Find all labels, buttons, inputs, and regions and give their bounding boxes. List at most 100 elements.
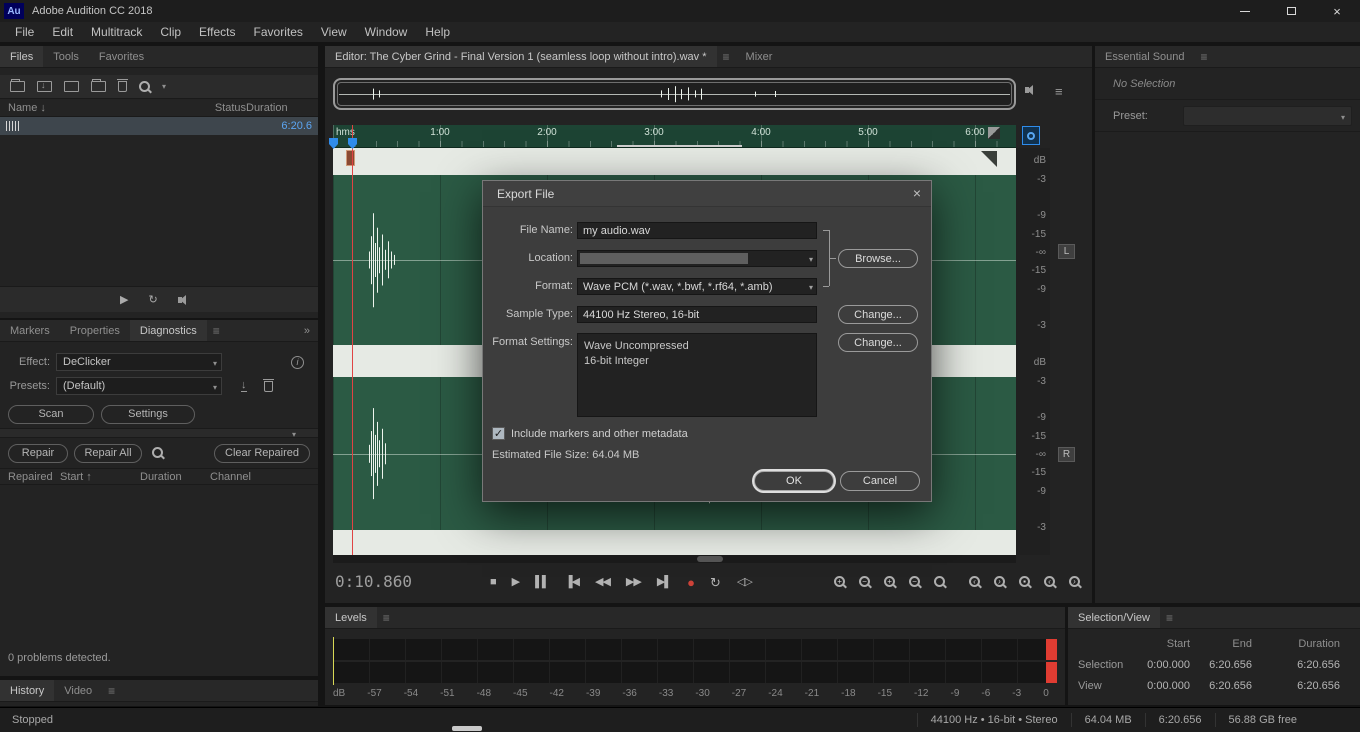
repair-button[interactable]: Repair [8, 443, 68, 463]
skip-to-end-button[interactable]: ▶▌ [657, 577, 672, 588]
dialog-close-icon[interactable]: × [913, 185, 921, 201]
menu-view[interactable]: View [312, 25, 356, 39]
clip-indicator[interactable] [1046, 639, 1057, 660]
clip-indicator[interactable] [1046, 662, 1057, 683]
panel-menu-icon[interactable]: ≡ [207, 324, 226, 338]
skip-selection-button[interactable]: ◁▷ [737, 577, 753, 588]
scan-button[interactable]: Scan [8, 404, 94, 424]
delete-preset-icon[interactable] [263, 378, 274, 392]
panel-menu-icon[interactable]: ≡ [1160, 611, 1179, 625]
pause-button[interactable]: ▌▌ [535, 577, 550, 588]
settings-button[interactable]: Settings [101, 404, 195, 424]
file-name-input[interactable] [577, 222, 817, 239]
right-channel-button[interactable]: R [1058, 447, 1075, 462]
tab-history[interactable]: History [0, 680, 55, 701]
zoom-to-selection-button[interactable]: ▪ [1019, 576, 1030, 587]
tab-selection-view[interactable]: Selection/View [1068, 607, 1160, 628]
panel-menu-icon[interactable]: ≡ [717, 50, 736, 64]
new-item-icon[interactable] [91, 79, 106, 92]
tab-files[interactable]: Files [0, 46, 44, 67]
rewind-button[interactable]: ◀◀ [595, 577, 611, 588]
zoom-in-at-out-point-button[interactable]: › [994, 576, 1005, 587]
stop-button[interactable]: ■ [490, 577, 497, 588]
panel-menu-icon[interactable]: ≡ [102, 684, 121, 698]
fast-forward-button[interactable]: ▶▶ [626, 577, 642, 588]
column-name[interactable]: Name ↓ [8, 102, 184, 114]
menu-clip[interactable]: Clip [151, 25, 190, 39]
delete-icon[interactable] [117, 79, 128, 92]
playhead[interactable] [352, 125, 353, 555]
panel-menu-icon[interactable]: ≡ [1195, 50, 1214, 64]
scrollbar-thumb[interactable] [697, 556, 723, 562]
selection-start-marker[interactable] [346, 150, 355, 166]
scrollbar-thumb[interactable] [452, 726, 482, 731]
zoom-right-button[interactable]: › [1069, 576, 1080, 587]
loop-playback-button[interactable]: ↻ [710, 576, 721, 589]
preview-play-icon[interactable]: ▶ [120, 293, 128, 306]
column-status[interactable]: Status [184, 102, 246, 114]
column-start[interactable]: Start ↑ [60, 471, 140, 483]
zoom-out-amplitude-button[interactable]: − [909, 576, 920, 587]
preset-dropdown[interactable]: ▾ [1183, 106, 1352, 126]
auto-play-icon[interactable] [177, 294, 192, 306]
preview-loop-icon[interactable]: ↻ [148, 293, 157, 306]
dialog-title-bar[interactable]: Export File [483, 181, 931, 207]
sample-type-change-button[interactable]: Change... [838, 305, 918, 324]
menu-effects[interactable]: Effects [190, 25, 244, 39]
tab-favorites[interactable]: Favorites [89, 46, 154, 67]
browse-button[interactable]: Browse... [838, 249, 918, 268]
panel-splitter[interactable]: ▾ [0, 428, 318, 439]
tab-mixer[interactable]: Mixer [736, 46, 783, 67]
format-settings-change-button[interactable]: Change... [838, 333, 918, 352]
magnify-results-icon[interactable] [152, 447, 163, 458]
trim-handle-icon[interactable] [981, 151, 997, 167]
open-file-icon[interactable] [10, 79, 25, 92]
channel-strip-bottom[interactable] [333, 530, 1016, 555]
ruler-options-icon[interactable] [988, 127, 1000, 139]
search-caret-icon[interactable]: ▾ [162, 82, 166, 91]
tab-diagnostics[interactable]: Diagnostics [129, 320, 207, 341]
zoom-in-amplitude-button[interactable]: + [884, 576, 895, 587]
tab-video[interactable]: Video [54, 680, 102, 701]
tab-overflow-icon[interactable]: » [304, 325, 318, 337]
left-channel-button[interactable]: L [1058, 244, 1075, 259]
close-button[interactable]: × [1314, 0, 1360, 22]
column-repaired[interactable]: Repaired [8, 471, 60, 483]
import-files-icon[interactable] [37, 80, 52, 92]
tab-properties[interactable]: Properties [60, 320, 130, 341]
presets-dropdown[interactable]: (Default) ▾ [56, 377, 222, 395]
zoom-left-button[interactable]: ‹ [1044, 576, 1055, 587]
horizontal-scrollbar[interactable] [333, 555, 1016, 563]
clear-repaired-button[interactable]: Clear Repaired [214, 443, 310, 463]
minimize-button[interactable] [1222, 0, 1268, 22]
zoom-out-time-button[interactable]: − [859, 576, 870, 587]
play-button[interactable]: ▶ [512, 577, 521, 588]
tab-essential-sound[interactable]: Essential Sound [1095, 46, 1195, 67]
panel-menu-icon[interactable]: ≡ [377, 611, 396, 625]
save-preset-icon[interactable]: ↓ [241, 380, 247, 392]
zoom-reset-button[interactable] [934, 576, 945, 587]
column-duration[interactable]: Duration [246, 102, 310, 114]
maximize-button[interactable] [1268, 0, 1314, 22]
channel-strip-top[interactable] [333, 148, 1016, 175]
repair-all-button[interactable]: Repair All [74, 443, 142, 463]
menu-file[interactable]: File [6, 25, 43, 39]
menu-window[interactable]: Window [356, 25, 417, 39]
editor-options-icon[interactable]: ≡ [1055, 84, 1063, 99]
overview-navigator[interactable] [333, 78, 1016, 110]
tab-tools[interactable]: Tools [43, 46, 89, 67]
menu-help[interactable]: Help [416, 25, 459, 39]
tab-editor[interactable]: Editor: The Cyber Grind - Final Version … [325, 46, 717, 67]
tab-markers[interactable]: Markers [0, 320, 60, 341]
menu-multitrack[interactable]: Multitrack [82, 25, 151, 39]
monitor-volume-icon[interactable] [1025, 84, 1039, 96]
record-button[interactable]: ● [687, 576, 695, 589]
column-duration[interactable]: Duration [140, 471, 210, 483]
location-combo[interactable]: ▾ [577, 250, 817, 267]
zoom-in-at-in-point-button[interactable]: ‹ [969, 576, 980, 587]
insert-into-multitrack-icon[interactable] [64, 81, 79, 92]
tab-levels[interactable]: Levels [325, 607, 377, 628]
ok-button[interactable]: OK [754, 471, 834, 491]
file-row[interactable]: 6:20.6 [0, 117, 318, 135]
info-icon[interactable]: i [291, 355, 304, 369]
